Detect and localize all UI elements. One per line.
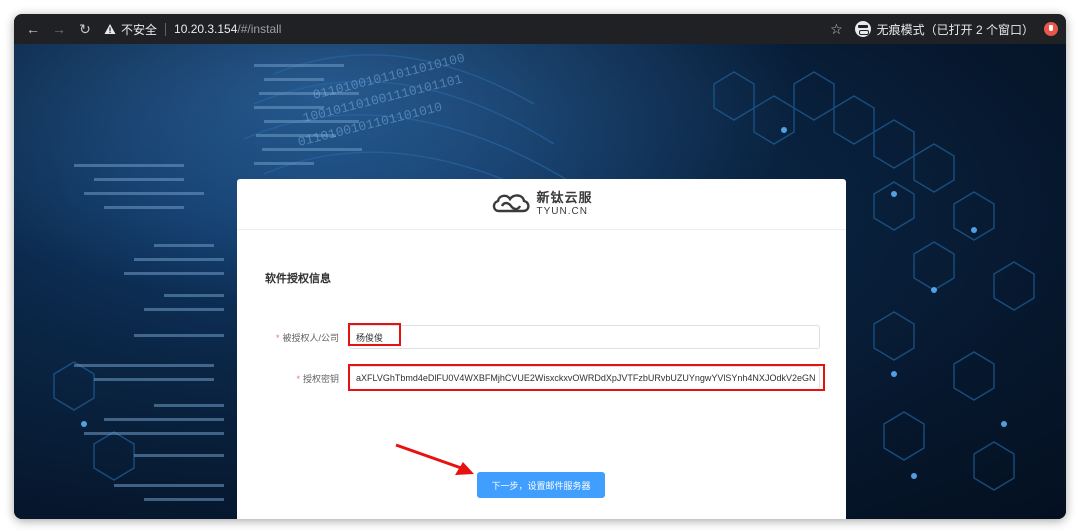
reload-icon[interactable]: ↻ — [74, 18, 96, 40]
incognito-indicator[interactable]: 无痕模式（已打开 2 个窗口） — [854, 21, 1034, 38]
brand-logo: 新钛云服 TYUN.CN — [490, 189, 592, 219]
install-card: 新钛云服 TYUN.CN 软件授权信息 *被授权人/公司 杨俊俊 *授权密钥 — [237, 179, 846, 519]
back-icon[interactable]: ← — [22, 18, 44, 40]
forward-icon[interactable]: → — [48, 18, 70, 40]
license-key-label-text: 授权密钥 — [302, 373, 339, 384]
licensee-label: * 被授权人/公司 — [261, 331, 339, 344]
browser-window: ← → ↻ 不安全 10.20.3.154/#/install ☆ 无痕模式（已… — [14, 14, 1066, 519]
licensee-label-text: 被授权人/公司 — [282, 332, 339, 343]
licensee-row: * 被授权人/公司 杨俊俊 — [261, 325, 820, 349]
url-path[interactable]: /#/install — [237, 22, 281, 36]
license-key-label: * 授权密钥 — [261, 372, 339, 385]
address-divider — [165, 22, 167, 36]
incognito-icon — [854, 21, 871, 37]
incognito-label: 无痕模式（已打开 2 个窗口） — [876, 22, 1034, 37]
bookmark-star-icon[interactable]: ☆ — [830, 21, 843, 38]
card-header: 新钛云服 TYUN.CN — [237, 179, 846, 230]
license-key-row: * 授权密钥 aXFLVGhTbmd4eDlFU0V4WXBFMjhCVUE2Wi… — [261, 366, 820, 390]
security-status[interactable]: 不安全 — [121, 21, 157, 38]
logo-name-cn: 新钛云服 — [536, 190, 593, 205]
page-background: 01101001011011010100 1001011010011101011… — [14, 44, 1066, 519]
url-host[interactable]: 10.20.3.154 — [174, 22, 237, 36]
licensee-input[interactable]: 杨俊俊 — [349, 325, 820, 349]
section-title: 软件授权信息 — [265, 273, 331, 285]
address-bar[interactable]: 不安全 10.20.3.154/#/install — [104, 18, 830, 40]
next-step-button[interactable]: 下一步，设置邮件服务器 — [477, 472, 605, 498]
required-mark: * — [275, 332, 280, 343]
cloud-logo-icon — [493, 194, 531, 213]
logo-text: 新钛云服 TYUN.CN — [536, 191, 592, 217]
browser-toolbar: ← → ↻ 不安全 10.20.3.154/#/install ☆ 无痕模式（已… — [14, 14, 1066, 44]
license-key-input[interactable]: aXFLVGhTbmd4eDlFU0V4WXBFMjhCVUE2Wisxckxv… — [349, 366, 820, 390]
logo-name-en: TYUN.CN — [536, 206, 588, 217]
required-mark: * — [296, 373, 300, 384]
update-icon[interactable] — [1044, 22, 1058, 36]
warning-icon[interactable] — [104, 23, 116, 35]
